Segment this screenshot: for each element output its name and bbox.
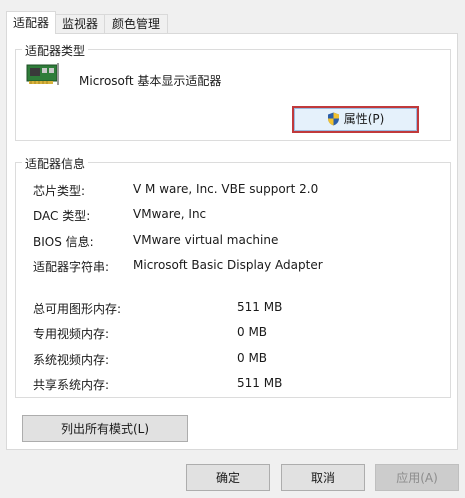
chip-type-value: V M ware, Inc. VBE support 2.0: [133, 182, 319, 196]
total-graphics-memory-value: 511 MB: [237, 300, 283, 314]
system-video-memory-label: 系统视频内存:: [33, 353, 110, 367]
adapter-type-legend: 适配器类型: [22, 42, 89, 59]
total-graphics-memory-label: 总可用图形内存:: [33, 302, 122, 316]
dac-type-value: VMware, Inc: [133, 207, 207, 221]
adapter-string-label: 适配器字符串:: [33, 260, 110, 274]
adapter-name: Microsoft 基本显示适配器: [79, 74, 222, 88]
list-all-modes-button[interactable]: 列出所有模式(L): [22, 415, 188, 442]
ok-button[interactable]: 确定: [186, 464, 270, 491]
uac-shield-icon: [327, 112, 339, 126]
adapter-info-legend: 适配器信息: [22, 155, 89, 172]
dedicated-video-memory-value: 0 MB: [237, 325, 268, 339]
tab-adapter[interactable]: 适配器: [6, 11, 56, 34]
chip-type-label: 芯片类型:: [33, 184, 86, 198]
dedicated-video-memory-label: 专用视频内存:: [33, 327, 110, 341]
tab-monitor[interactable]: 监视器: [55, 14, 105, 33]
graphics-card-icon: [26, 63, 59, 85]
apply-button[interactable]: 应用(A): [375, 464, 459, 491]
shared-system-memory-label: 共享系统内存:: [33, 378, 110, 392]
properties-button[interactable]: 属性(P): [292, 106, 419, 133]
dac-type-label: DAC 类型:: [33, 209, 91, 223]
adapter-string-value: Microsoft Basic Display Adapter: [133, 258, 323, 272]
properties-button-label: 属性(P): [343, 112, 385, 127]
bios-info-value: VMware virtual machine: [133, 233, 279, 247]
shared-system-memory-value: 511 MB: [237, 376, 283, 390]
system-video-memory-value: 0 MB: [237, 351, 268, 365]
bios-info-label: BIOS 信息:: [33, 235, 94, 249]
cancel-button[interactable]: 取消: [281, 464, 365, 491]
tab-color-management[interactable]: 颜色管理: [104, 14, 168, 33]
